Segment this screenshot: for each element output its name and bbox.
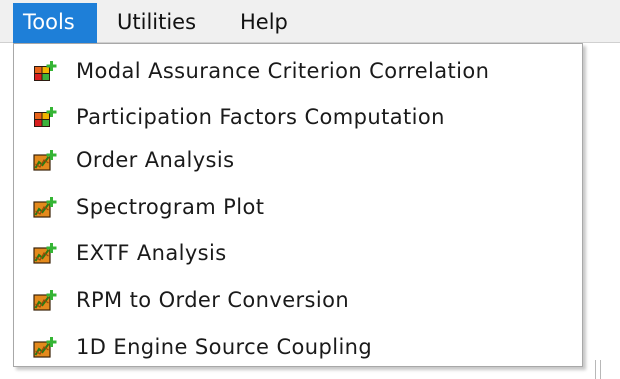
menu-help-label: Help xyxy=(240,10,288,34)
menu-item-label: Modal Assurance Criterion Correlation xyxy=(76,59,490,83)
menu-bar: Tools Utilities Help xyxy=(0,0,620,43)
menu-item-extf-analysis[interactable]: EXTF Analysis xyxy=(14,230,582,276)
menu-utilities[interactable]: Utilities xyxy=(117,3,227,43)
menu-item-label: 1D Engine Source Coupling xyxy=(76,335,373,359)
menu-item-label: EXTF Analysis xyxy=(76,241,227,265)
chart-add-icon xyxy=(33,289,59,311)
window-frame-edge xyxy=(595,360,601,379)
menu-help[interactable]: Help xyxy=(240,3,310,43)
menu-tools-label: Tools xyxy=(23,10,75,34)
chart-add-icon xyxy=(33,149,59,171)
menu-utilities-label: Utilities xyxy=(117,10,197,34)
menu-item-rpm-to-order-conversion[interactable]: RPM to Order Conversion xyxy=(14,277,582,323)
menu-item-label: Spectrogram Plot xyxy=(76,195,265,219)
menu-tools[interactable]: Tools xyxy=(13,3,97,43)
menu-item-modal-assurance-criterion-correlation[interactable]: Modal Assurance Criterion Correlation xyxy=(14,48,582,94)
chart-add-icon xyxy=(33,336,59,358)
menu-item-label: RPM to Order Conversion xyxy=(76,288,350,312)
menu-item-participation-factors-computation[interactable]: Participation Factors Computation xyxy=(14,94,582,140)
menu-item-order-analysis[interactable]: Order Analysis xyxy=(14,137,582,183)
tools-dropdown-menu: Modal Assurance Criterion Correlation Pa… xyxy=(13,43,583,367)
chart-add-icon xyxy=(33,242,59,264)
menu-item-label: Participation Factors Computation xyxy=(76,105,445,129)
menu-item-label: Order Analysis xyxy=(76,148,235,172)
menu-item-spectrogram-plot[interactable]: Spectrogram Plot xyxy=(14,184,582,230)
grid-add-icon xyxy=(33,60,59,82)
grid-add-icon xyxy=(33,106,59,128)
menu-item-1d-engine-source-coupling[interactable]: 1D Engine Source Coupling xyxy=(14,324,582,370)
chart-add-icon xyxy=(33,196,59,218)
